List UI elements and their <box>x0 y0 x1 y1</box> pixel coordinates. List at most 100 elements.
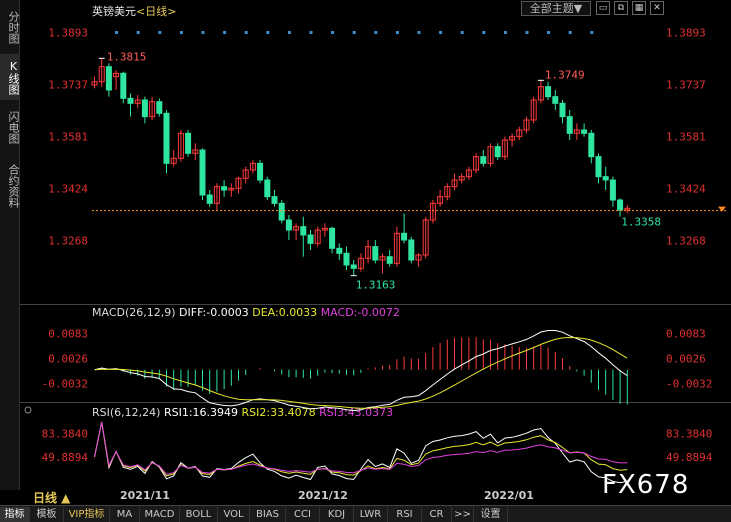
indicator-toolbar: 指标 模板 VIP指标 MA MACD BOLL VOL BIAS CCI KDJ LWR RSI CR… <box>0 505 731 522</box>
signal-marker <box>417 31 421 34</box>
rsi-tick-left: 49.8894 <box>42 451 89 464</box>
rsi-tick-right: 49.8894 <box>666 451 713 464</box>
candle-body <box>588 132 595 158</box>
candle-body <box>336 247 343 254</box>
candle-body <box>307 234 314 244</box>
rsi3-line <box>94 421 628 475</box>
rsi-tick-left: 83.3840 <box>42 428 88 441</box>
watermark: FX678 <box>602 470 690 500</box>
candle-body <box>105 66 112 91</box>
candle-body <box>401 232 408 241</box>
bottom-tab-4[interactable]: MACD <box>140 507 180 522</box>
candle-body <box>566 116 573 134</box>
candle-body <box>350 264 357 269</box>
bottom-tab-7[interactable]: BIAS <box>250 507 286 522</box>
signal-marker <box>525 31 529 34</box>
candle-body <box>343 252 350 266</box>
price-tick-left: 1.3268 <box>48 235 88 248</box>
price-tick-left: 1.3581 <box>48 130 88 143</box>
candle-body <box>156 101 163 114</box>
price-tick-left: 1.3737 <box>48 78 88 91</box>
signal-marker <box>503 31 507 34</box>
signal-marker <box>179 31 183 34</box>
macd-tick-right: 0.0026 <box>666 352 706 365</box>
signal-marker <box>590 31 594 34</box>
bottom-tab-0[interactable]: 指标 <box>0 507 30 522</box>
signal-marker <box>287 31 291 34</box>
signal-marker <box>309 31 313 34</box>
bottom-tab-2[interactable]: VIP指标 <box>64 507 110 522</box>
candle-body <box>494 146 501 158</box>
price-tick-right: 1.3893 <box>666 26 706 39</box>
price-tick-right: 1.3581 <box>666 130 706 143</box>
candle-body <box>480 156 487 164</box>
macd-tick-left: 0.0026 <box>48 352 88 365</box>
last-label: 1.3358 <box>621 215 661 228</box>
candle-body <box>329 227 336 249</box>
signal-marker <box>547 31 551 34</box>
candle-body <box>185 132 192 154</box>
date-label-jan: 2022/01 <box>484 489 534 502</box>
candle-body <box>206 194 213 204</box>
candle-body <box>595 156 602 178</box>
bottom-tab-5[interactable]: BOLL <box>180 507 218 522</box>
bottom-tab-8[interactable]: CCI <box>286 507 320 522</box>
candle-body <box>386 256 393 264</box>
bottom-tab-13[interactable]: >> <box>452 507 474 522</box>
bottom-tab-12[interactable]: CR <box>422 507 452 522</box>
bottom-tab-10[interactable]: LWR <box>354 507 388 522</box>
candle-body <box>120 72 127 99</box>
candle-body <box>552 96 559 104</box>
candle-body <box>264 179 271 198</box>
candle-body <box>199 149 206 196</box>
high2-label: 1.3749 <box>545 68 585 81</box>
chart-canvas[interactable]: 1.3893 1.3893 1.3737 1.3737 1.3581 1.3581 1.34… <box>0 0 731 522</box>
signal-marker <box>482 31 486 34</box>
period-selector[interactable]: 日线 ▲ <box>33 489 70 506</box>
date-label-nov: 2021/11 <box>120 489 170 502</box>
candle-body <box>127 97 134 104</box>
signal-marker <box>374 31 378 34</box>
candle-body <box>545 86 552 98</box>
signal-marker <box>395 31 399 34</box>
rsi2-line <box>94 421 628 477</box>
rsi-tick-right: 83.3840 <box>666 428 712 441</box>
bottom-tab-6[interactable]: VOL <box>218 507 250 522</box>
price-tick-right: 1.3268 <box>666 235 706 248</box>
candle-body <box>278 202 285 221</box>
signal-marker <box>439 31 443 34</box>
candle-body <box>559 102 566 118</box>
candle-body <box>602 176 609 181</box>
high-label: 1.3815 <box>107 50 147 63</box>
candle-body <box>257 162 264 181</box>
signal-marker <box>568 31 572 34</box>
macd-dea-line <box>94 336 628 409</box>
bottom-tab-9[interactable]: KDJ <box>320 507 354 522</box>
bottom-tab-14[interactable]: 设置 <box>474 507 508 522</box>
bottom-tab-1[interactable]: 模板 <box>30 507 64 522</box>
signal-marker <box>136 31 140 34</box>
bottom-tab-3[interactable]: MA <box>110 507 140 522</box>
signal-marker <box>460 31 464 34</box>
signal-marker <box>352 31 356 34</box>
signal-marker <box>266 31 270 34</box>
macd-tick-right: 0.0083 <box>666 328 706 341</box>
rsi-settings-icon <box>24 406 32 414</box>
candle-body <box>617 199 624 211</box>
candle-body <box>372 246 379 261</box>
macd-tick-left: 0.0083 <box>48 328 88 341</box>
candle-body <box>141 99 148 118</box>
macd-tick-left: -0.0032 <box>42 378 88 391</box>
macd-tick-right: -0.0032 <box>666 378 712 391</box>
candle-body <box>285 219 292 231</box>
candle-body <box>609 179 616 201</box>
price-tick-left: 1.3424 <box>48 183 88 196</box>
low-label: 1.3163 <box>356 279 396 292</box>
candle-body <box>221 186 228 191</box>
candle-body <box>408 239 415 261</box>
candle-body <box>271 196 278 204</box>
date-label-dec: 2021/12 <box>298 489 348 502</box>
bottom-tab-11[interactable]: RSI <box>388 507 422 522</box>
signal-marker <box>158 31 162 34</box>
signal-marker <box>201 31 205 34</box>
